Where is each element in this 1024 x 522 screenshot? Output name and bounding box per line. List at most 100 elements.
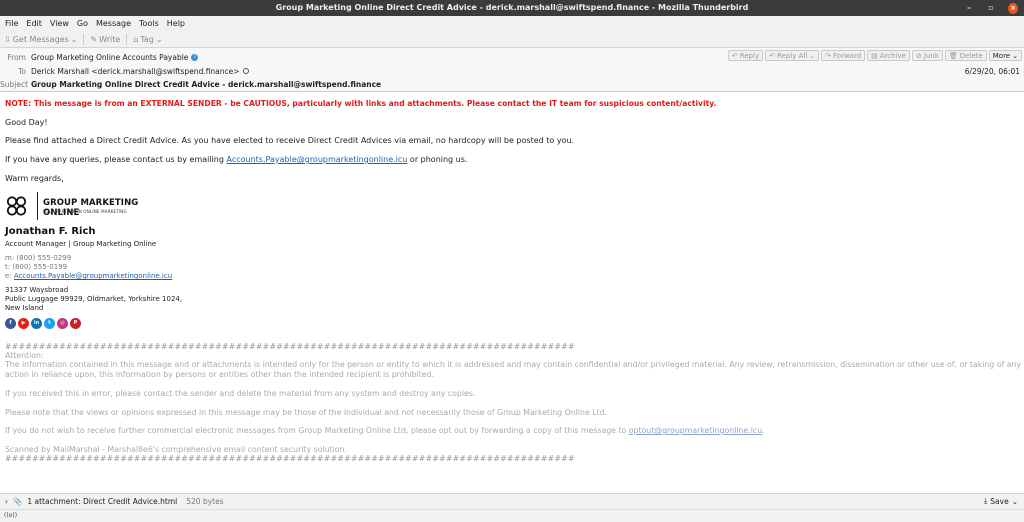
to-label: To (18, 66, 26, 76)
message-header: From Group Marketing Online Accounts Pay… (0, 48, 1024, 92)
menu-go[interactable]: Go (77, 19, 88, 28)
paperclip-icon: 📎 (13, 497, 23, 506)
write-button[interactable]: ✎ Write (90, 35, 120, 44)
main-toolbar: ⇩ Get Messages ⌄ ✎ Write ⌂ Tag ⌄ (0, 31, 1024, 48)
optout-text: If you do not wish to receive further co… (5, 426, 629, 435)
pinterest-icon[interactable]: P (70, 318, 81, 329)
activity-icon[interactable]: ((o)) (4, 512, 17, 519)
disclaimer-line-3: If you received this in error, please co… (5, 389, 476, 398)
attachment-bar[interactable]: › 📎 1 attachment: Direct Credit Advice.h… (0, 493, 1024, 509)
disclaimer-attention: Attention: (5, 351, 44, 360)
signature-email-link[interactable]: Accounts.Payable@groupmarketingonline.ic… (14, 272, 172, 280)
paragraph-queries: If you have any queries, please contact … (5, 155, 467, 164)
window-title: Group Marketing Online Direct Credit Adv… (275, 3, 749, 12)
queries-text-end: or phoning us. (407, 155, 468, 164)
menu-edit[interactable]: Edit (26, 19, 42, 28)
save-label: Save (990, 496, 1009, 506)
junk-icon: ⊘ (916, 51, 922, 60)
menu-file[interactable]: File (5, 19, 18, 28)
subject-label: Subject (0, 79, 29, 89)
save-button[interactable]: ⤓ Save ⌄ (984, 496, 1018, 506)
trash-icon: 🗑 (948, 51, 958, 60)
company-logo: GROUP MARKETING ONLINE YOUR PARTNER IN O… (5, 192, 175, 220)
chevron-down-icon: ⌄ (70, 34, 78, 44)
address-line-3: New Island (5, 304, 44, 312)
reply-icon: ↶ (731, 51, 738, 60)
info-icon[interactable]: i (191, 53, 199, 61)
from-label: From (7, 52, 26, 62)
expand-chevron-icon[interactable]: › (5, 497, 8, 506)
disclaimer-line-4: Please note that the views or opinions e… (5, 408, 608, 417)
email-prefix: e: (5, 272, 14, 280)
instagram-icon[interactable]: ◎ (57, 318, 68, 329)
signature-tel: t: (800) 555-0199 (5, 263, 68, 271)
write-label: Write (99, 34, 121, 44)
logo-divider (37, 192, 38, 220)
maximize-button[interactable]: ▫ (986, 0, 996, 16)
archive-button[interactable]: ▤ Archive (867, 50, 910, 61)
message-date: 6/29/20, 06:01 (964, 67, 1020, 76)
message-actions: ↶ Reply ↶ Reply All ⌄ ↷ Forward ▤ Archive ⊘ Ju… (727, 50, 1022, 61)
toolbar-divider (83, 33, 85, 45)
disclaimer-separator-bottom: ########################################… (5, 454, 575, 463)
archive-label: Archive (879, 51, 906, 60)
junk-button[interactable]: ⊘ Junk (912, 50, 943, 61)
download-icon: ⇩ (4, 34, 11, 44)
attachment-label[interactable]: 1 attachment: Direct Credit Advice.html (27, 497, 177, 506)
menu-view[interactable]: View (50, 19, 69, 28)
twitter-icon[interactable]: t (44, 318, 55, 329)
menu-message[interactable]: Message (96, 19, 131, 28)
reply-label: Reply (739, 51, 760, 60)
delete-button[interactable]: 🗑 Delete (944, 50, 987, 61)
external-sender-warning: NOTE: This message is from an EXTERNAL S… (5, 99, 717, 108)
tag-button[interactable]: ⌂ Tag ⌄ (133, 35, 162, 44)
subject-value: Group Marketing Online Direct Credit Adv… (31, 79, 382, 89)
linkedin-icon[interactable]: in (31, 318, 42, 329)
minimize-button[interactable]: – (964, 0, 974, 16)
toolbar-divider (126, 33, 128, 45)
close-button[interactable]: × (1008, 2, 1018, 14)
chevron-down-icon: ⌄ (155, 34, 163, 44)
paragraph-attachment: Please find attached a Direct Credit Adv… (5, 136, 575, 145)
delete-label: Delete (959, 51, 983, 60)
disclaimer-line-2: action in reliance upon, this informatio… (5, 370, 434, 379)
closing: Warm regards, (5, 174, 64, 183)
logo-name: GROUP MARKETING ONLINE (43, 198, 139, 218)
pencil-icon: ✎ (90, 34, 98, 44)
disclaimer-separator-top: ########################################… (5, 342, 575, 351)
optout-link[interactable]: optout@groupmarketingonline.icu (629, 426, 762, 435)
to-value[interactable]: Derick Marshall <derick.marshall@swiftsp… (31, 67, 240, 76)
menu-tools[interactable]: Tools (139, 19, 159, 28)
get-messages-label: Get Messages (12, 34, 69, 44)
window-titlebar: Group Marketing Online Direct Credit Adv… (0, 0, 1024, 16)
attachment-size: 520 bytes (186, 497, 224, 506)
logo-tagline: YOUR PARTNER IN ONLINE MARKETING (43, 209, 127, 214)
signature-email-row: e: Accounts.Payable@groupmarketingonline… (5, 272, 172, 280)
reply-button[interactable]: ↶ Reply (727, 50, 764, 61)
from-value[interactable]: Group Marketing Online Accounts Payable (31, 53, 188, 62)
junk-label: Junk (923, 51, 939, 60)
forward-label: Forward (833, 51, 862, 60)
address-line-2: Public Luggage 99929, Oldmarket, Yorkshi… (5, 295, 183, 303)
logo-mark-icon (6, 196, 27, 216)
menu-help[interactable]: Help (167, 19, 185, 28)
more-button[interactable]: More ⌄ (988, 50, 1022, 61)
tag-icon: ⌂ (133, 34, 139, 44)
youtube-icon[interactable]: ▶ (18, 318, 29, 329)
disclaimer-line-1: The information contained in this messag… (5, 360, 1022, 369)
disclaimer-line-6: Scanned by MailMarshal - Marshal8e6's co… (5, 445, 347, 454)
get-messages-button[interactable]: ⇩ Get Messages ⌄ (4, 35, 77, 44)
tag-label: Tag (140, 34, 154, 44)
accounts-payable-link[interactable]: Accounts.Payable@groupmarketingonline.ic… (227, 155, 408, 164)
contact-icon[interactable] (242, 68, 249, 74)
chevron-down-icon: ⌄ (1012, 51, 1018, 60)
reply-all-button[interactable]: ↶ Reply All ⌄ (765, 50, 820, 61)
menu-bar: File Edit View Go Message Tools Help (0, 16, 1024, 31)
reply-all-label: Reply All (776, 51, 808, 60)
forward-button[interactable]: ↷ Forward (821, 50, 866, 61)
facebook-icon[interactable]: f (5, 318, 16, 329)
queries-text: If you have any queries, please contact … (5, 155, 227, 164)
chevron-down-icon: ⌄ (809, 51, 816, 60)
more-label: More (992, 51, 1011, 60)
optout-text-end: . (762, 426, 765, 435)
